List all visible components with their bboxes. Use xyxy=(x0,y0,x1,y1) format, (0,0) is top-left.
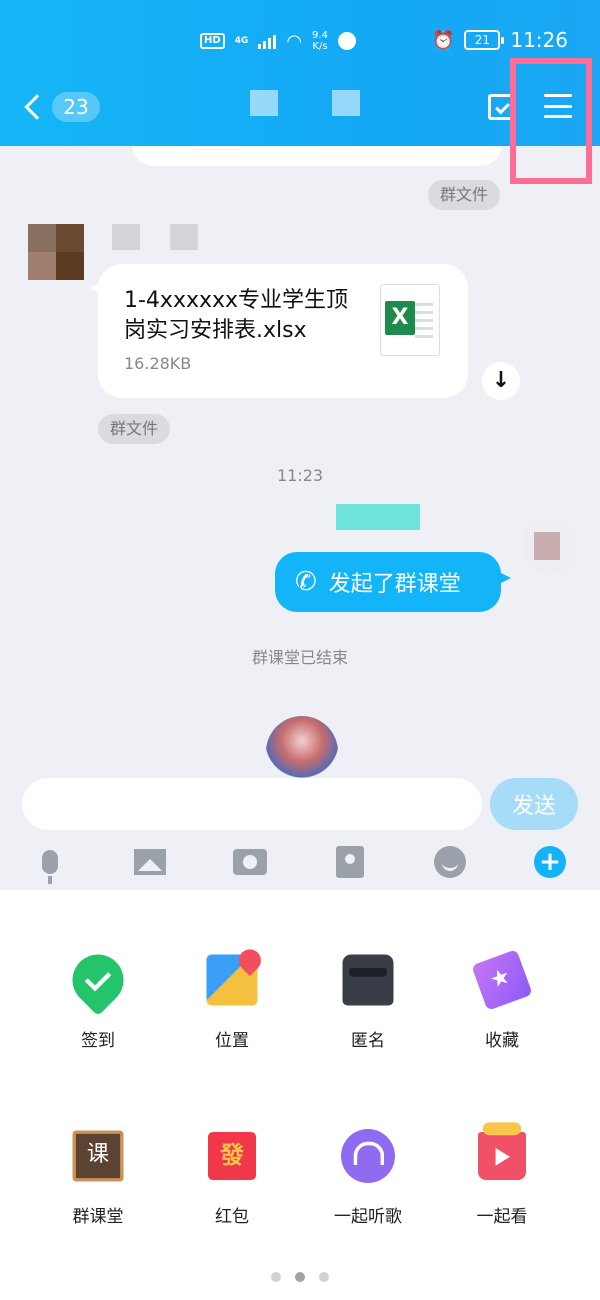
chevron-left-icon xyxy=(24,94,50,120)
message-input[interactable] xyxy=(22,778,482,830)
status-left: HD 4G ◠ 9.4 K/s xyxy=(200,30,356,52)
panel-item-label: 匿名 xyxy=(351,1031,385,1051)
favorite-icon xyxy=(471,949,533,1011)
message-timestamp: 11:23 xyxy=(276,466,324,485)
download-button[interactable]: ↓ xyxy=(482,362,520,400)
page-indicator[interactable] xyxy=(0,1272,600,1282)
input-toolbar: + xyxy=(0,836,600,890)
image-icon[interactable] xyxy=(132,844,168,880)
system-notice: 群课堂已结束 xyxy=(251,648,348,667)
panel-item-label: 位置 xyxy=(215,1031,249,1051)
panel-item-location[interactable]: 位置 xyxy=(172,950,292,1060)
watch-together-icon xyxy=(478,1122,526,1180)
sticker-image[interactable] xyxy=(266,716,338,778)
hd-badge: HD xyxy=(200,33,225,49)
file-size: 16.28KB xyxy=(124,354,192,373)
network-type: 4G xyxy=(234,36,249,46)
file-message-bubble[interactable]: 1-4xxxxxx专业学生顶岗实习安排表.xlsx 16.28KB X xyxy=(90,264,468,398)
excel-icon: X xyxy=(380,284,440,356)
chat-title-redacted xyxy=(250,84,400,122)
back-button[interactable]: 23 xyxy=(22,92,100,122)
avatar[interactable] xyxy=(28,224,84,280)
wifi-icon: ◠ xyxy=(286,30,303,52)
plus-icon[interactable]: + xyxy=(532,844,568,880)
panel-item-anonymous[interactable]: 匿名 xyxy=(308,950,428,1060)
previous-message-bubble xyxy=(132,146,502,166)
microphone-icon[interactable] xyxy=(32,844,68,884)
panel-item-label: 群课堂 xyxy=(72,1207,124,1227)
anonymous-icon xyxy=(342,954,394,1006)
unread-count-badge: 23 xyxy=(52,92,100,122)
feature-panel: 签到 位置 匿名 收藏 课 群课堂 發 红包 一起听歌 一起看 xyxy=(0,890,600,1300)
speed-value: 9.4 xyxy=(312,30,328,41)
panel-item-listen-together[interactable]: 一起听歌 xyxy=(308,1126,428,1236)
panel-item-label: 红包 xyxy=(215,1207,249,1227)
listen-together-icon xyxy=(341,1129,395,1183)
file-name: 1-4xxxxxx专业学生顶岗实习安排表.xlsx xyxy=(124,288,349,343)
input-row: 发送 xyxy=(0,772,600,836)
app-notification-icon xyxy=(337,32,356,50)
group-class-icon: 课 xyxy=(72,1130,124,1182)
panel-item-favorite[interactable]: 收藏 xyxy=(442,949,562,1060)
send-button[interactable]: 发送 xyxy=(490,778,578,830)
page-dot[interactable] xyxy=(271,1272,281,1282)
panel-item-label: 收藏 xyxy=(485,1031,519,1051)
sender-name-redacted xyxy=(336,504,420,530)
status-right: ⏰ 21 11:26 xyxy=(432,28,568,52)
camera-icon[interactable] xyxy=(232,844,268,880)
panel-item-group-class[interactable]: 课 群课堂 xyxy=(38,1126,158,1236)
red-packet-icon[interactable] xyxy=(332,844,368,880)
panel-item-check-in[interactable]: 签到 xyxy=(38,943,158,1060)
emoji-icon[interactable] xyxy=(432,844,468,880)
panel-item-label: 一起听歌 xyxy=(334,1207,402,1227)
sender-name-redacted xyxy=(112,224,198,250)
group-file-tag: 群文件 xyxy=(428,180,501,210)
speed-unit: K/s xyxy=(312,41,328,52)
red-packet-icon: 發 xyxy=(208,1132,256,1180)
panel-item-label: 签到 xyxy=(81,1031,115,1051)
call-message-text: 发起了群课堂 xyxy=(328,572,461,597)
phone-icon: ✆ xyxy=(295,567,317,597)
group-class-call-bubble[interactable]: ✆ 发起了群课堂 xyxy=(275,552,511,612)
check-in-icon xyxy=(61,943,135,1017)
status-bar: HD 4G ◠ 9.4 K/s ⏰ 21 11:26 xyxy=(0,28,600,62)
alarm-icon: ⏰ xyxy=(431,29,455,51)
panel-item-red-packet[interactable]: 發 红包 xyxy=(172,1126,292,1236)
panel-item-label: 一起看 xyxy=(476,1207,528,1227)
page-dot[interactable] xyxy=(319,1272,329,1282)
signal-icon xyxy=(258,33,277,49)
location-icon xyxy=(206,954,258,1006)
network-speed: 9.4 K/s xyxy=(312,30,328,52)
status-time: 11:26 xyxy=(510,28,568,52)
avatar[interactable] xyxy=(522,518,578,574)
group-file-tag: 群文件 xyxy=(98,414,171,444)
battery-icon: 21 xyxy=(464,30,505,50)
panel-item-watch-together[interactable]: 一起看 xyxy=(442,1122,562,1236)
page-dot-active[interactable] xyxy=(295,1272,305,1282)
